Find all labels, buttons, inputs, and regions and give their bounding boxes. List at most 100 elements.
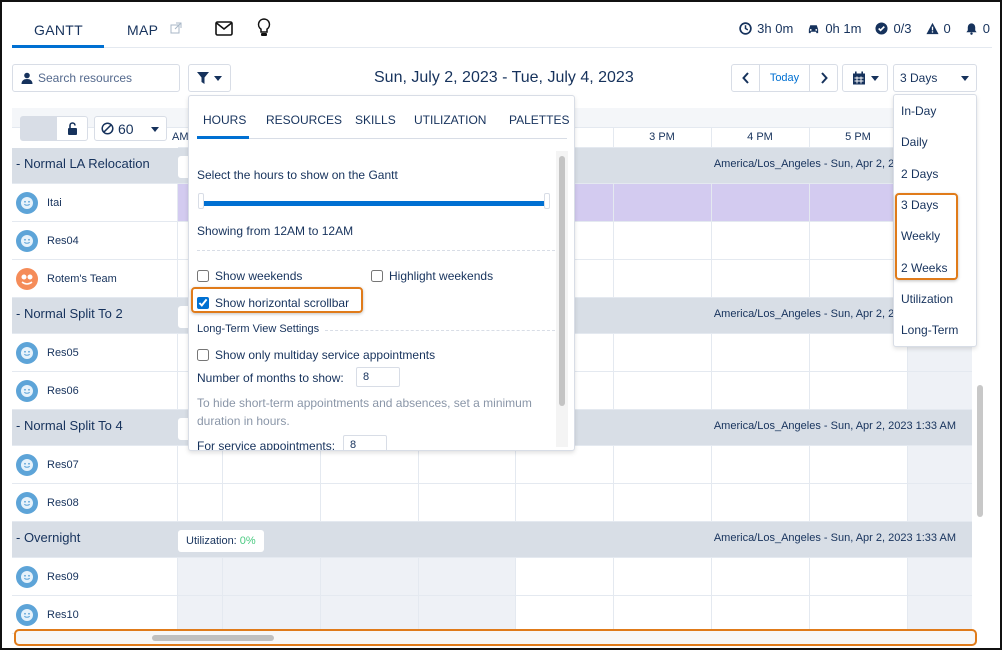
timeline-cells[interactable] xyxy=(178,558,972,595)
filter-button[interactable] xyxy=(188,64,231,92)
group-name[interactable]: - Overnight xyxy=(16,530,80,545)
non-working-shade xyxy=(907,372,972,409)
grid-line xyxy=(613,260,614,297)
show-horizontal-scrollbar-checkbox[interactable] xyxy=(197,297,209,309)
popover-tab-skills[interactable]: SKILLS xyxy=(355,113,396,127)
timeline-cells[interactable] xyxy=(178,596,972,633)
show-weekends-checkbox[interactable] xyxy=(197,270,209,282)
timeline-cells[interactable] xyxy=(178,446,972,483)
resource-cell[interactable]: Res05 xyxy=(12,334,178,371)
filter-icon xyxy=(197,72,209,84)
view-option-long-term[interactable]: Long-Term xyxy=(901,323,958,337)
grid-line xyxy=(711,222,712,259)
grid-line xyxy=(222,558,223,595)
mail-icon[interactable] xyxy=(215,21,233,36)
group-name[interactable]: - Normal Split To 4 xyxy=(16,418,123,433)
resource-name[interactable]: Res06 xyxy=(47,385,79,397)
resource-name[interactable]: Rotem's Team xyxy=(47,273,117,285)
grid-line xyxy=(711,446,712,483)
external-link-icon[interactable] xyxy=(170,22,182,34)
popover-tab-utilization[interactable]: UTILIZATION xyxy=(414,113,486,127)
slider-handle-start[interactable] xyxy=(198,193,204,209)
resource-cell[interactable]: Res08 xyxy=(12,484,178,521)
service-appointments-input[interactable] xyxy=(343,435,387,450)
today-button[interactable]: Today xyxy=(759,65,810,91)
resource-cell[interactable]: Res09 xyxy=(12,558,178,595)
resource-search[interactable] xyxy=(12,64,180,92)
horizontal-scrollbar-thumb[interactable] xyxy=(152,635,274,641)
months-label: Number of months to show: xyxy=(197,371,344,385)
popover-tab-resources[interactable]: RESOURCES xyxy=(266,113,342,127)
resource-name[interactable]: Res05 xyxy=(47,347,79,359)
grid-line xyxy=(320,558,321,595)
show-weekends-option[interactable]: Show weekends xyxy=(197,269,302,283)
tab-gantt[interactable]: GANTT xyxy=(34,22,83,38)
vertical-scrollbar-thumb[interactable] xyxy=(977,385,983,517)
view-option-utilization[interactable]: Utilization xyxy=(901,292,953,306)
slider-handle-end[interactable] xyxy=(544,193,550,209)
multiday-only-label: Show only multiday service appointments xyxy=(215,348,436,362)
group-name[interactable]: - Normal LA Relocation xyxy=(16,156,150,171)
resource-group-row[interactable]: - Overnight Utilization: 0% America/Los_Ang… xyxy=(12,522,972,558)
popover-tab-palettes[interactable]: PALETTES xyxy=(509,113,569,127)
warnings-stat: 0 xyxy=(925,21,951,36)
resource-cell[interactable]: Res07 xyxy=(12,446,178,483)
grid-line xyxy=(515,596,516,633)
highlight-outline xyxy=(895,193,958,280)
view-option-2-days[interactable]: 2 Days xyxy=(901,167,938,181)
grid-line xyxy=(907,372,908,409)
popover-tab-hours[interactable]: HOURS xyxy=(203,113,246,127)
search-input[interactable] xyxy=(38,71,168,85)
resource-avatar-icon xyxy=(16,191,38,214)
resource-cell[interactable]: Res10 xyxy=(12,596,178,633)
multiday-only-checkbox[interactable] xyxy=(197,349,209,361)
hours-range-slider[interactable] xyxy=(201,201,547,206)
prohibited-icon xyxy=(101,122,114,135)
filter-popover: HOURS RESOURCES SKILLS UTILIZATION PALET… xyxy=(188,95,575,451)
grid-line xyxy=(711,484,712,521)
resource-name[interactable]: Res09 xyxy=(47,571,79,583)
tab-map[interactable]: MAP xyxy=(127,22,158,38)
show-horizontal-scrollbar-option[interactable]: Show horizontal scrollbar xyxy=(197,296,349,310)
status-stats: 3h 0m 0h 1m 0/3 0 0 xyxy=(739,21,990,36)
resource-cell[interactable]: Itai xyxy=(12,184,178,221)
grid-line xyxy=(711,558,712,595)
view-option-in-day[interactable]: In-Day xyxy=(901,104,936,118)
horizontal-scrollbar[interactable] xyxy=(14,629,977,646)
view-select[interactable]: 3 Days xyxy=(893,64,977,92)
grid-line xyxy=(711,260,712,297)
highlight-weekends-checkbox[interactable] xyxy=(371,270,383,282)
warnings-value: 0 xyxy=(943,21,951,36)
highlight-weekends-option[interactable]: Highlight weekends xyxy=(371,269,493,283)
toggle-track xyxy=(21,117,57,140)
resource-name[interactable]: Res08 xyxy=(47,497,79,509)
resource-cell[interactable]: Res04 xyxy=(12,222,178,259)
gantt-controls: 60 xyxy=(20,116,167,141)
previous-button[interactable] xyxy=(732,65,759,91)
highlight-weekends-label: Highlight weekends xyxy=(389,269,494,283)
resource-name[interactable]: Res04 xyxy=(47,235,79,247)
non-working-shade xyxy=(907,484,972,521)
popover-tabs: HOURS RESOURCES SKILLS UTILIZATION PALET… xyxy=(197,96,569,139)
resource-cell[interactable]: Rotem's Team xyxy=(12,260,178,297)
lightbulb-icon[interactable] xyxy=(257,18,271,38)
group-name[interactable]: - Normal Split To 2 xyxy=(16,306,123,321)
calendar-button[interactable] xyxy=(842,64,888,92)
popover-scrollbar[interactable] xyxy=(559,156,565,406)
resource-name[interactable]: Res07 xyxy=(47,459,79,471)
lock-toggle[interactable] xyxy=(20,116,88,141)
next-button[interactable] xyxy=(810,65,837,91)
resource-avatar-icon xyxy=(16,229,38,252)
resource-cell[interactable]: Res06 xyxy=(12,372,178,409)
multiday-only-option[interactable]: Show only multiday service appointments xyxy=(197,348,435,362)
timeline-cells[interactable] xyxy=(178,484,972,521)
time-slot-select[interactable]: 60 xyxy=(94,116,167,141)
grid-line xyxy=(515,484,516,521)
view-select-value: 3 Days xyxy=(900,71,938,85)
non-working-shade xyxy=(178,596,515,633)
months-input[interactable] xyxy=(356,367,400,387)
resource-name[interactable]: Res10 xyxy=(47,609,79,621)
calendar-icon xyxy=(852,71,865,85)
view-option-daily[interactable]: Daily xyxy=(901,135,928,149)
resource-name[interactable]: Itai xyxy=(47,197,62,209)
